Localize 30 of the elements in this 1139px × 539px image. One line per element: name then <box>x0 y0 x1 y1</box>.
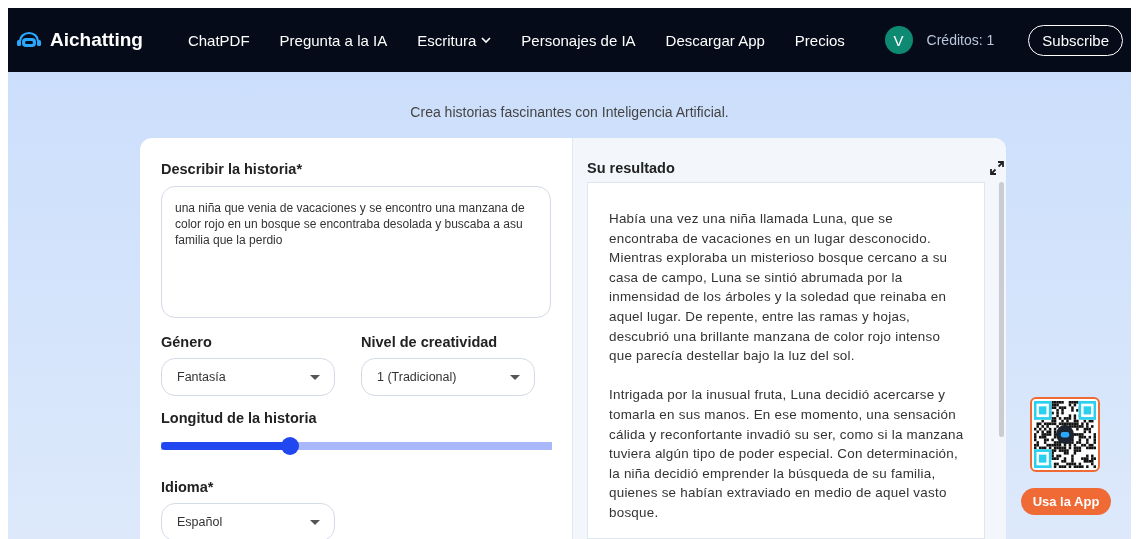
select-field[interactable]: 1 (Tradicional) <box>361 358 535 396</box>
scrollbar[interactable] <box>999 182 1004 437</box>
avatar[interactable]: V <box>884 26 913 54</box>
logo-icon <box>16 30 42 50</box>
chevron-down-icon <box>481 36 492 44</box>
subtitle: Crea historias fascinantes con Inteligencia Artificial. <box>409 104 730 120</box>
brand-name[interactable]: Aichatting <box>50 29 143 51</box>
nav-link[interactable]: ChatPDF <box>172 31 265 49</box>
select-field[interactable]: Español <box>161 503 335 539</box>
credits-label: Créditos: 1 <box>926 32 995 48</box>
result-title: Su resultado <box>587 160 675 176</box>
story-paragraph: Había una vez una niña llamada Luna, que se encontraba de vacaciones en un lugar desconocido. Mientras exploraba un misterioso bosque cercano a su casa de campo, Luna se sintió abrumada por la inmensidad de los árboles y la soledad que reinaba en aquel lugar. De repente, entre las ramas y hojas, descubrió una brillante manzana de color rojo intenso que parecía destellar bajo la luz del sol. <box>609 210 949 366</box>
caret-icon <box>309 518 321 526</box>
caret-icon <box>309 373 321 381</box>
field-label: Idioma* <box>161 479 215 495</box>
field-label: Longitud de la historia <box>161 410 317 426</box>
nav-link[interactable]: Escritura <box>402 31 507 49</box>
slider-thumb[interactable] <box>281 437 299 455</box>
nav-link[interactable]: Personajes de IA <box>506 31 651 49</box>
expand-icon <box>990 161 1004 175</box>
story-textarea[interactable]: una niña que venia de vacaciones y se encontro una manzana de color rojo en un bosque se encontraba desolada y buscaba a asu familia que la perdio <box>161 186 551 318</box>
field-label: Género <box>161 334 213 350</box>
field-label: Nivel de creatividad <box>361 334 499 350</box>
nav-link[interactable]: Pregunta a la IA <box>264 31 403 49</box>
nav-link[interactable]: Precios <box>779 31 860 49</box>
select-field[interactable]: Fantasía <box>161 358 335 396</box>
story-paragraph: Intrigada por la inusual fruta, Luna decidió acercarse y tomarla en sus manos. En ese momento, una sensación cálida y reconfortante invadió su ser, como si la manzana tuviera algún tipo de poder especial. Con determinación, la niña decidió emprender la búsqueda de su familia, quienes se habían extraviado en medio de aquel vasto bosque. <box>609 386 964 522</box>
nav-link[interactable]: Descargar App <box>650 31 780 49</box>
field-label: Describir la historia* <box>161 161 303 177</box>
caret-icon <box>509 373 521 381</box>
